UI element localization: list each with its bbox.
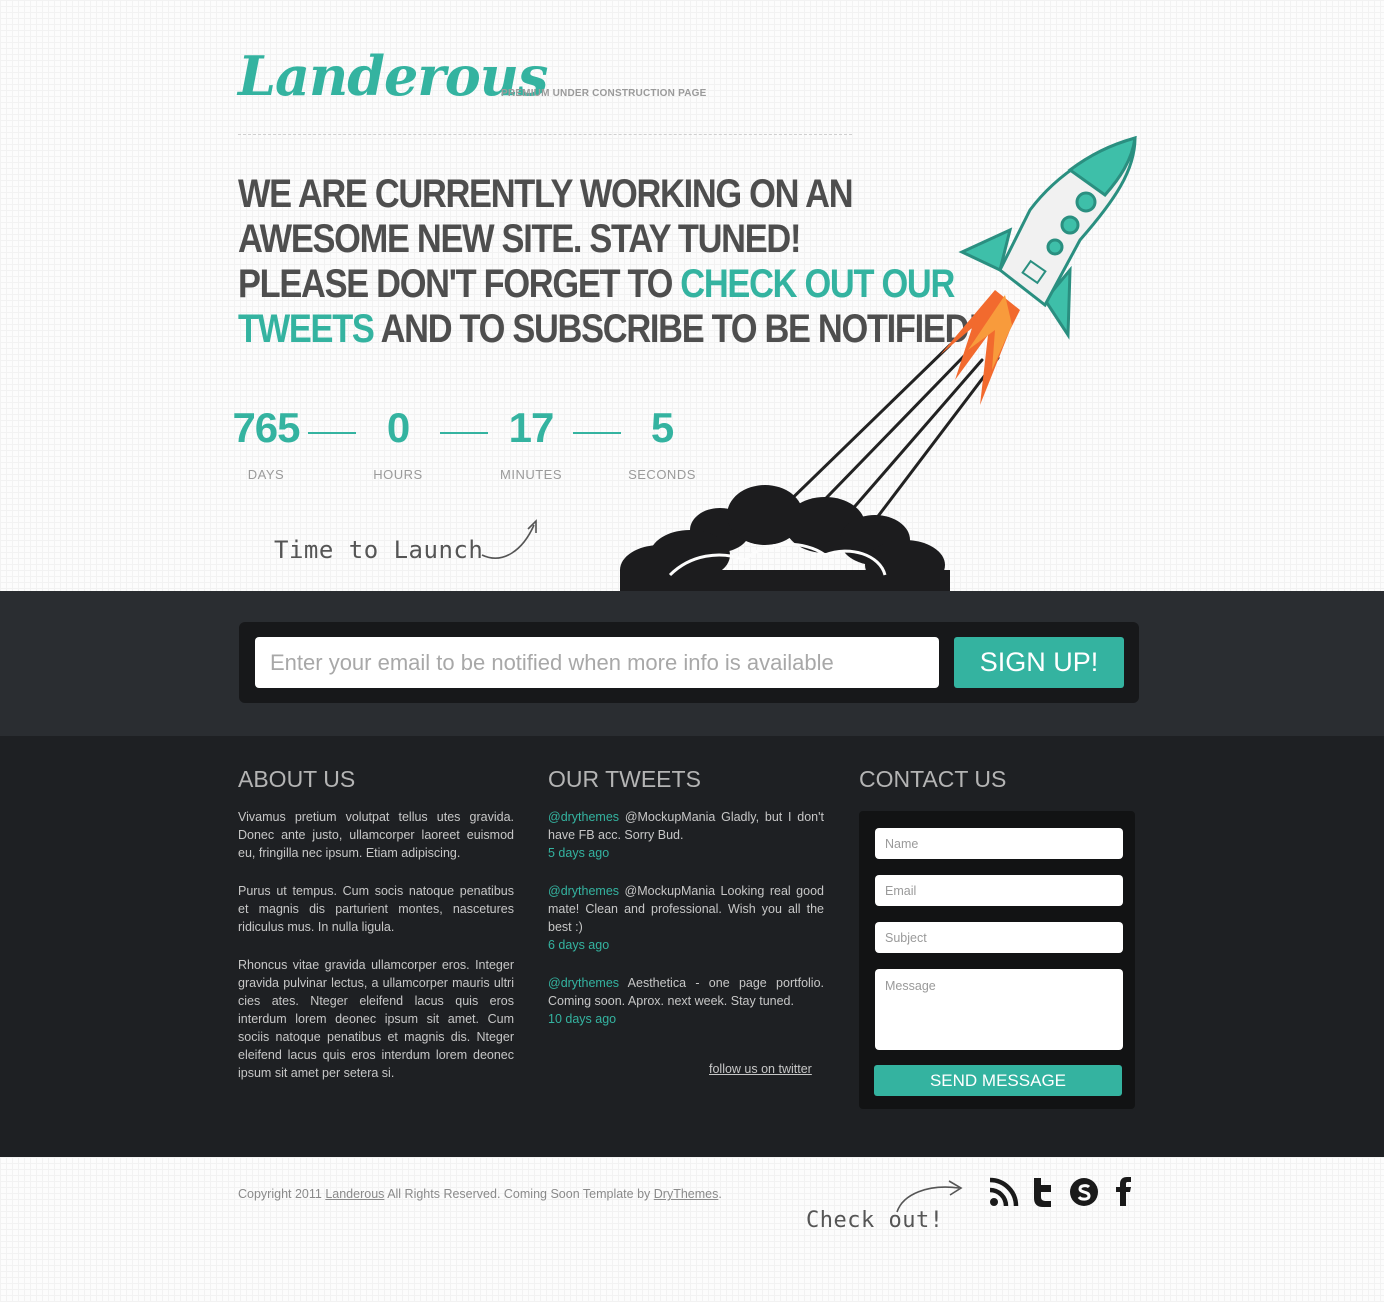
facebook-icon[interactable] [1108, 1176, 1140, 1208]
arrow-icon [896, 1180, 963, 1213]
tweets-title: OUR TWEETS [548, 766, 701, 792]
countdown-separator [308, 432, 356, 434]
copyright-text: . [718, 1187, 722, 1201]
countdown-minutes-label: MINUTES [500, 467, 562, 482]
follow-twitter-link[interactable]: follow us on twitter [709, 1062, 812, 1076]
countdown-hours-label: HOURS [373, 467, 423, 482]
copyright-text: All Rights Reserved. Coming Soon Templat… [384, 1187, 654, 1201]
countdown-days-label: DAYS [247, 467, 285, 482]
rocket-illustration [620, 135, 1137, 600]
send-message-button[interactable]: SEND MESSAGE [874, 1065, 1122, 1096]
copyright-text: Copyright 2011 [238, 1187, 326, 1201]
tweet-time-link[interactable]: 5 days ago [548, 844, 824, 862]
copyright: Copyright 2011 Landerous All Rights Rese… [238, 1187, 722, 1201]
page-footer [0, 1157, 1384, 1302]
brand-link[interactable]: Landerous [325, 1187, 384, 1201]
rss-icon[interactable] [988, 1176, 1020, 1208]
twitter-icon[interactable] [1028, 1176, 1060, 1208]
launch-note: Time to Launch [274, 536, 484, 564]
headline-highlight-2: TWEETS [238, 307, 375, 351]
message-field[interactable] [875, 969, 1123, 1050]
signup-button[interactable]: SIGN UP! [954, 637, 1124, 688]
countdown-minutes: 17 [508, 404, 555, 451]
countdown-days: 765 [232, 404, 300, 451]
tweet-time-link[interactable]: 6 days ago [548, 936, 824, 954]
tweet-user-link[interactable]: @drythemes [548, 976, 619, 990]
tweet-item: @drythemes @MockupMania Gladly, but I do… [548, 808, 824, 862]
author-link[interactable]: DryThemes [654, 1187, 719, 1201]
about-paragraph: Vivamus pretium volutpat tellus utes gra… [238, 810, 514, 860]
countdown-hours: 0 [386, 404, 410, 451]
about-title: ABOUT US [238, 766, 356, 792]
tweet-item: @drythemes @MockupMania Looking real goo… [548, 882, 824, 954]
tweet-item: @drythemes Aesthetica - one page portfol… [548, 974, 824, 1028]
tweet-user-link[interactable]: @drythemes [548, 884, 619, 898]
skype-icon[interactable] [1068, 1176, 1100, 1208]
subject-field[interactable] [875, 922, 1123, 953]
name-field[interactable] [875, 828, 1123, 859]
tweet-time-link[interactable]: 10 days ago [548, 1010, 824, 1028]
arrow-icon [481, 519, 537, 559]
countdown-separator [440, 432, 488, 434]
email-field[interactable] [875, 875, 1123, 906]
email-input[interactable] [255, 637, 939, 688]
about-paragraph: Purus ut tempus. Cum socis natoque penat… [238, 884, 514, 934]
tweet-user-link[interactable]: @drythemes [548, 810, 619, 824]
site-tagline: PREMIUM UNDER CONSTRUCTION PAGE [501, 88, 707, 99]
about-paragraph: Rhoncus vitae gravida ullamcorper eros. … [238, 958, 514, 1080]
contact-title: CONTACT US [859, 766, 1007, 792]
